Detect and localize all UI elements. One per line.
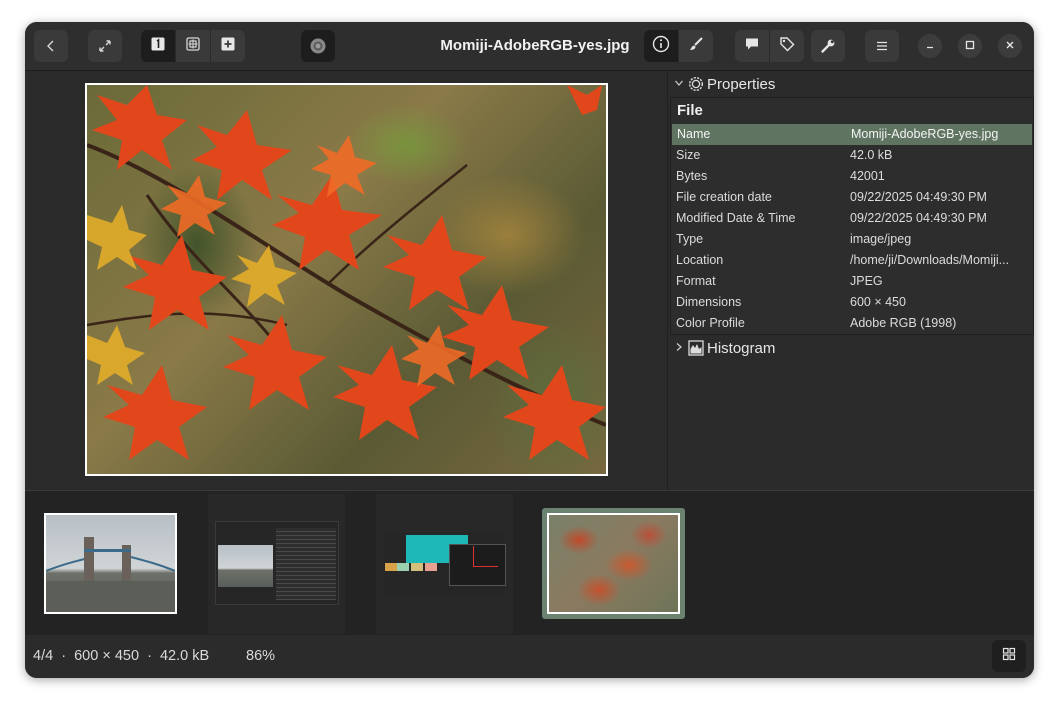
property-row-name[interactable]: Name Momiji-AdobeRGB-yes.jpg bbox=[672, 124, 1032, 145]
info-button[interactable] bbox=[644, 30, 678, 62]
thumbnail-image bbox=[547, 513, 680, 614]
property-row-location[interactable]: Location/home/ji/Downloads/Momiji... bbox=[671, 250, 1033, 271]
property-value: Adobe RGB (1998) bbox=[850, 316, 957, 330]
histogram-label: Histogram bbox=[707, 339, 776, 357]
edit-button[interactable] bbox=[678, 30, 713, 62]
status-bar: 4/4 · 600 × 450 · 42.0 kB 86% bbox=[25, 635, 1034, 678]
property-value: /home/ji/Downloads/Momiji... bbox=[850, 253, 1010, 267]
fullscreen-button[interactable] bbox=[88, 30, 122, 62]
thumbnail-image bbox=[46, 515, 175, 612]
property-row-size[interactable]: Size 42.0 kB bbox=[671, 145, 1033, 166]
view-add-icon bbox=[221, 37, 235, 56]
property-key: Location bbox=[676, 253, 724, 267]
view-add-button[interactable] bbox=[210, 30, 245, 62]
property-row-type[interactable]: Type image/jpeg bbox=[671, 229, 1033, 250]
image-viewer[interactable] bbox=[25, 71, 666, 490]
minimize-icon bbox=[925, 37, 935, 55]
maximize-icon bbox=[965, 37, 975, 55]
property-value: JPEG bbox=[850, 274, 883, 288]
properties-label: Properties bbox=[707, 75, 776, 93]
status-summary: 4/4 · 600 × 450 · 42.0 kB bbox=[33, 648, 210, 664]
property-key: Name bbox=[677, 127, 711, 141]
thumbnail-3[interactable] bbox=[376, 494, 513, 634]
tag-icon bbox=[779, 36, 795, 57]
slideshow-icon bbox=[309, 37, 327, 55]
close-button[interactable] bbox=[998, 34, 1022, 58]
paint-brush-icon bbox=[688, 36, 704, 57]
view-fit-icon bbox=[186, 36, 200, 56]
property-value: 600 × 450 bbox=[850, 295, 906, 309]
property-key: Modified Date & Time bbox=[676, 211, 796, 225]
main-photo[interactable] bbox=[85, 83, 608, 476]
property-value: 42001 bbox=[850, 169, 885, 183]
tag-button[interactable] bbox=[769, 30, 804, 62]
property-row-bytes[interactable]: Bytes 42001 bbox=[671, 166, 1033, 187]
grid-view-button[interactable] bbox=[992, 640, 1026, 672]
property-row-dimensions[interactable]: Dimensions 600 × 450 bbox=[671, 292, 1033, 313]
file-group-title: File bbox=[677, 102, 703, 119]
property-key: Color Profile bbox=[676, 316, 745, 330]
zoom-level[interactable]: 86% bbox=[246, 635, 275, 678]
comment-button[interactable] bbox=[735, 30, 769, 62]
view-fit-button[interactable] bbox=[175, 30, 210, 62]
property-value: 09/22/2025 04:49:30 PM bbox=[850, 211, 987, 225]
comment-icon bbox=[744, 36, 760, 57]
property-value: 42.0 kB bbox=[850, 148, 893, 162]
property-key: Bytes bbox=[676, 169, 708, 183]
annotation-group bbox=[735, 30, 804, 62]
minimize-button[interactable] bbox=[918, 34, 942, 58]
view-single-button[interactable] bbox=[141, 30, 175, 62]
fullscreen-icon bbox=[97, 38, 113, 54]
view-mode-group bbox=[141, 30, 245, 62]
headerbar: Momiji-AdobeRGB-yes.jpg bbox=[25, 22, 1034, 71]
thumbnail-strip bbox=[25, 490, 1034, 636]
property-key: Size bbox=[676, 148, 701, 162]
chevron-down-icon bbox=[670, 77, 688, 91]
gear-icon bbox=[688, 76, 704, 92]
properties-section-header[interactable]: Properties bbox=[668, 71, 1034, 97]
info-icon bbox=[652, 35, 670, 58]
property-key: File creation date bbox=[676, 190, 772, 204]
property-key: Format bbox=[676, 274, 716, 288]
grid-icon bbox=[1002, 647, 1016, 665]
view-single-icon bbox=[151, 37, 165, 56]
property-list: Name Momiji-AdobeRGB-yes.jpg Size 42.0 kB … bbox=[671, 124, 1033, 334]
property-row-format[interactable]: Format JPEG bbox=[671, 271, 1033, 292]
property-row-creation-date[interactable]: File creation date 09/22/2025 04:49:30 PM bbox=[671, 187, 1033, 208]
thumbnail-image bbox=[215, 521, 339, 605]
photo-maple-leaves bbox=[87, 85, 606, 474]
main-menu-button[interactable] bbox=[865, 30, 899, 62]
thumbnail-image bbox=[383, 532, 506, 595]
back-icon bbox=[44, 39, 58, 53]
slideshow-button[interactable] bbox=[301, 30, 335, 62]
chevron-right-icon bbox=[670, 341, 688, 355]
thumbnail-1[interactable] bbox=[44, 513, 177, 614]
thumbnail-4-selected[interactable] bbox=[542, 508, 685, 619]
property-value: image/jpeg bbox=[850, 232, 912, 246]
menu-icon bbox=[875, 39, 889, 53]
property-row-color-profile[interactable]: Color Profile Adobe RGB (1998) bbox=[671, 313, 1033, 334]
histogram-icon bbox=[688, 340, 704, 356]
image-viewer-window: Momiji-AdobeRGB-yes.jpg Properties File … bbox=[25, 22, 1034, 678]
wrench-icon bbox=[820, 38, 836, 54]
histogram-section-header[interactable]: Histogram bbox=[668, 335, 1034, 361]
sidebar-mode-group bbox=[644, 30, 713, 62]
window-title: Momiji-AdobeRGB-yes.jpg bbox=[440, 37, 630, 54]
properties-sidebar: Properties File Name Momiji-AdobeRGB-yes.… bbox=[667, 71, 1034, 490]
property-key: Dimensions bbox=[676, 295, 742, 309]
close-icon bbox=[1005, 37, 1015, 55]
property-row-modified-date[interactable]: Modified Date & Time 09/22/2025 04:49:30 … bbox=[671, 208, 1033, 229]
maximize-button[interactable] bbox=[958, 34, 982, 58]
tools-button[interactable] bbox=[811, 30, 845, 62]
thumbnail-2[interactable] bbox=[208, 494, 345, 634]
property-value: 09/22/2025 04:49:30 PM bbox=[850, 190, 987, 204]
back-button[interactable] bbox=[34, 30, 68, 62]
property-value: Momiji-AdobeRGB-yes.jpg bbox=[851, 127, 999, 141]
property-key: Type bbox=[676, 232, 704, 246]
file-properties-group: File Name Momiji-AdobeRGB-yes.jpg Size 42.… bbox=[670, 97, 1034, 335]
